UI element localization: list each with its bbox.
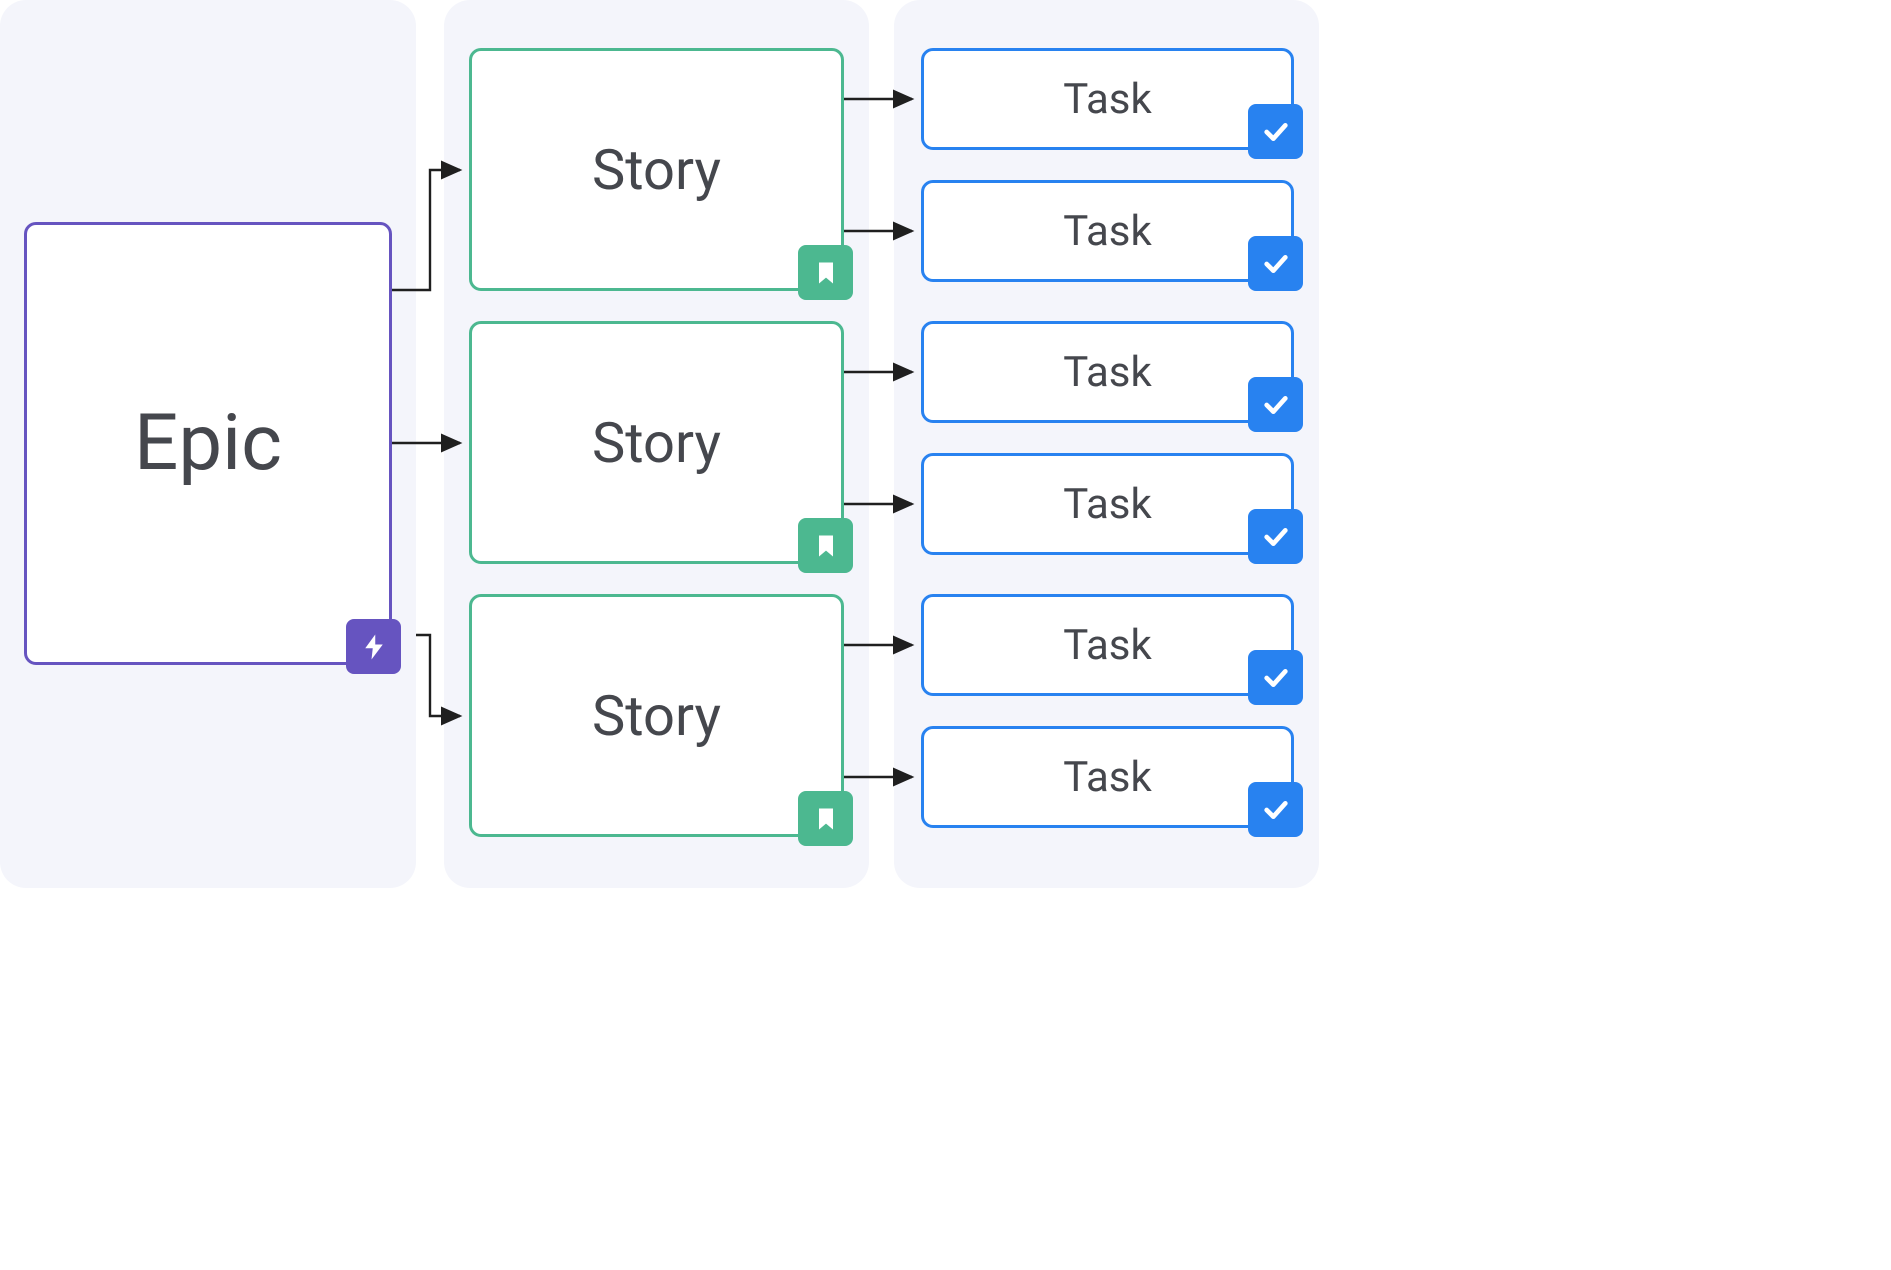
check-icon bbox=[1248, 236, 1303, 291]
task-label: Task bbox=[1063, 480, 1152, 529]
check-icon bbox=[1248, 104, 1303, 159]
task-label: Task bbox=[1063, 621, 1152, 670]
task-card: Task bbox=[921, 726, 1294, 828]
lightning-icon bbox=[346, 619, 401, 674]
bookmark-icon bbox=[798, 791, 853, 846]
story-label: Story bbox=[592, 683, 721, 749]
task-label: Task bbox=[1063, 753, 1152, 802]
check-icon bbox=[1248, 377, 1303, 432]
bookmark-icon bbox=[798, 518, 853, 573]
task-card: Task bbox=[921, 180, 1294, 282]
epic-label: Epic bbox=[134, 398, 282, 489]
task-card: Task bbox=[921, 594, 1294, 696]
check-icon bbox=[1248, 782, 1303, 837]
task-label: Task bbox=[1063, 207, 1152, 256]
check-icon bbox=[1248, 650, 1303, 705]
story-card: Story bbox=[469, 48, 844, 291]
epic-card: Epic bbox=[24, 222, 392, 665]
check-icon bbox=[1248, 509, 1303, 564]
task-label: Task bbox=[1063, 75, 1152, 124]
story-card: Story bbox=[469, 321, 844, 564]
story-card: Story bbox=[469, 594, 844, 837]
bookmark-icon bbox=[798, 245, 853, 300]
task-card: Task bbox=[921, 321, 1294, 423]
task-card: Task bbox=[921, 48, 1294, 150]
story-label: Story bbox=[592, 137, 721, 203]
task-label: Task bbox=[1063, 348, 1152, 397]
story-label: Story bbox=[592, 410, 721, 476]
task-card: Task bbox=[921, 453, 1294, 555]
